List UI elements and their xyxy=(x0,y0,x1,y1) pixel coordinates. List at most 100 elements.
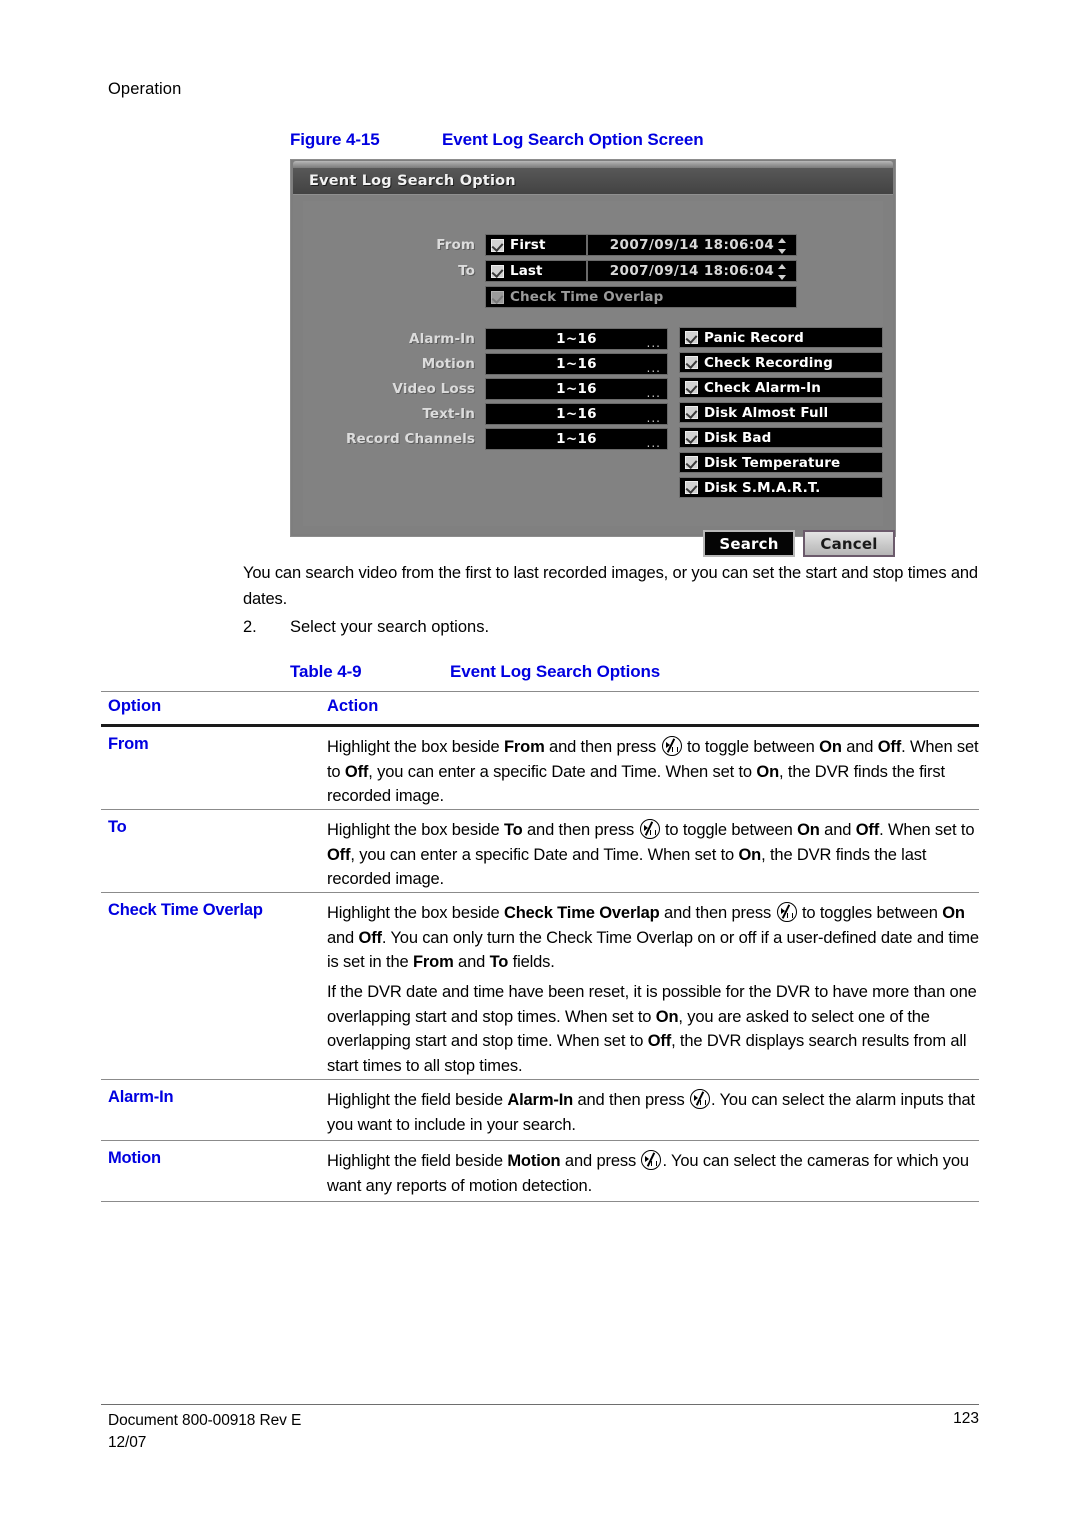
disk-bad-label: Disk Bad xyxy=(704,429,772,446)
checkbox-icon[interactable] xyxy=(685,406,698,419)
row-divider xyxy=(101,1079,979,1080)
motion-range-field[interactable]: 1~16 ... xyxy=(485,352,668,375)
document-page: Operation Figure 4-15 Event Log Search Op… xyxy=(0,0,1080,1526)
row-divider xyxy=(101,1140,979,1141)
more-options-icon[interactable]: ... xyxy=(647,337,661,349)
figure-caption: Figure 4-15 Event Log Search Option Scree… xyxy=(290,130,990,150)
checkbox-icon[interactable] xyxy=(685,331,698,344)
text-in-range-value: 1~16 xyxy=(556,405,597,422)
disk-smart-checkbox[interactable]: Disk S.M.A.R.T. xyxy=(679,477,883,498)
dvr-enter-key-icon xyxy=(690,1089,710,1109)
footer-page-number: 123 xyxy=(953,1410,979,1427)
dialog-body: From First 2007/09/14 18:06:04 To Last 2… xyxy=(293,194,895,557)
video-loss-range-value: 1~16 xyxy=(556,380,597,397)
dialog-titlebar: Event Log Search Option xyxy=(293,168,893,194)
table-number: Table 4-9 xyxy=(290,662,362,681)
step-number: 2. xyxy=(243,618,257,636)
row-action-check-time-overlap-2: If the DVR date and time have been reset… xyxy=(327,983,977,1075)
record-channels-range-field[interactable]: 1~16 ... xyxy=(485,427,668,450)
record-channels-range-value: 1~16 xyxy=(556,430,597,447)
row-option-alarm-in: Alarm-In xyxy=(108,1088,174,1106)
checkbox-icon xyxy=(491,290,504,304)
row-option-motion: Motion xyxy=(108,1149,161,1167)
footer-rule xyxy=(101,1404,979,1405)
spinner-arrows-icon[interactable] xyxy=(778,238,787,254)
check-time-overlap-field[interactable]: Check Time Overlap xyxy=(485,286,797,308)
video-loss-range-field[interactable]: 1~16 ... xyxy=(485,377,668,400)
check-recording-label: Check Recording xyxy=(704,354,833,371)
checkbox-icon[interactable] xyxy=(491,238,504,252)
check-time-overlap-label: Check Time Overlap xyxy=(510,289,664,305)
disk-almost-full-checkbox[interactable]: Disk Almost Full xyxy=(679,402,883,423)
row-option-to: To xyxy=(108,818,127,836)
table-caption: Table 4-9 Event Log Search Options xyxy=(290,662,660,682)
checkbox-icon[interactable] xyxy=(685,356,698,369)
alarm-in-range-value: 1~16 xyxy=(556,330,597,347)
dialog-title: Event Log Search Option xyxy=(309,173,516,189)
intro-paragraph: You can search video from the first to l… xyxy=(243,564,978,608)
to-last-checkbox-field[interactable]: Last xyxy=(485,260,587,282)
from-first-checkbox-field[interactable]: First xyxy=(485,234,587,256)
spinner-arrows-icon[interactable] xyxy=(778,264,787,280)
disk-bad-checkbox[interactable]: Disk Bad xyxy=(679,427,883,448)
alarm-in-range-field[interactable]: 1~16 ... xyxy=(485,327,668,350)
text-in-range-field[interactable]: 1~16 ... xyxy=(485,402,668,425)
row-option-from: From xyxy=(108,735,149,753)
checkbox-icon[interactable] xyxy=(685,481,698,494)
footer-date: 12/07 xyxy=(108,1434,147,1451)
check-recording-checkbox[interactable]: Check Recording xyxy=(679,352,883,373)
table-header-rule xyxy=(101,724,979,727)
row-action-check-time-overlap: Highlight the box beside Check Time Over… xyxy=(327,902,979,971)
row-action-motion: Highlight the field beside Motion and pr… xyxy=(327,1150,969,1195)
record-channels-row: Record Channels 1~16 ... xyxy=(303,427,703,450)
to-row: To Last 2007/09/14 18:06:04 xyxy=(303,259,883,283)
from-datetime-value: 2007/09/14 18:06:04 xyxy=(609,237,775,253)
to-datetime-field[interactable]: 2007/09/14 18:06:04 xyxy=(587,260,797,282)
video-loss-label: Video Loss xyxy=(392,380,475,397)
figure-title: Event Log Search Option Screen xyxy=(442,130,704,149)
row-divider xyxy=(101,892,979,893)
checkbox-icon[interactable] xyxy=(685,431,698,444)
to-label: To xyxy=(458,263,475,279)
to-datetime-value: 2007/09/14 18:06:04 xyxy=(609,263,775,279)
dialog-content: From First 2007/09/14 18:06:04 To Last 2… xyxy=(303,201,895,557)
row-action-to: Highlight the box beside To and then pre… xyxy=(327,819,975,888)
motion-label: Motion xyxy=(421,355,475,372)
more-options-icon[interactable]: ... xyxy=(647,387,661,399)
alarm-in-row: Alarm-In 1~16 ... xyxy=(303,327,703,350)
column-header-action: Action xyxy=(327,697,379,715)
panic-record-checkbox[interactable]: Panic Record xyxy=(679,327,883,348)
more-options-icon[interactable]: ... xyxy=(647,362,661,374)
table-bottom-rule xyxy=(101,1201,979,1202)
row-action-alarm-in: Highlight the field beside Alarm-In and … xyxy=(327,1089,975,1134)
record-channels-label: Record Channels xyxy=(345,430,475,447)
panic-record-label: Panic Record xyxy=(704,329,804,346)
disk-almost-full-label: Disk Almost Full xyxy=(704,404,829,421)
from-datetime-field[interactable]: 2007/09/14 18:06:04 xyxy=(587,234,797,256)
row-option-check-time-overlap: Check Time Overlap xyxy=(108,901,263,919)
more-options-icon[interactable]: ... xyxy=(647,437,661,449)
dvr-dialog-screenshot: Event Log Search Option From First 2007/… xyxy=(290,159,896,557)
search-button[interactable]: Search xyxy=(703,530,795,557)
from-first-label: First xyxy=(510,237,546,253)
checkbox-icon[interactable] xyxy=(685,381,698,394)
figure-number: Figure 4-15 xyxy=(290,130,380,149)
cancel-button[interactable]: Cancel xyxy=(803,530,895,557)
more-options-icon[interactable]: ... xyxy=(647,412,661,424)
to-last-label: Last xyxy=(510,263,543,279)
row-action-from: Highlight the box beside From and then p… xyxy=(327,736,979,805)
video-loss-row: Video Loss 1~16 ... xyxy=(303,377,703,400)
checkbox-icon[interactable] xyxy=(685,456,698,469)
checkbox-icon[interactable] xyxy=(491,264,504,278)
check-alarm-in-checkbox[interactable]: Check Alarm-In xyxy=(679,377,883,398)
disk-temperature-checkbox[interactable]: Disk Temperature xyxy=(679,452,883,473)
row-divider xyxy=(101,809,979,810)
dvr-enter-key-icon xyxy=(661,736,682,756)
disk-smart-label: Disk S.M.A.R.T. xyxy=(704,479,821,496)
check-alarm-in-label: Check Alarm-In xyxy=(704,379,821,396)
footer-document-number: Document 800-00918 Rev E xyxy=(108,1412,302,1429)
disk-temperature-label: Disk Temperature xyxy=(704,454,841,471)
alarm-in-label: Alarm-In xyxy=(409,330,475,347)
dvr-enter-key-icon xyxy=(776,902,797,922)
table-title: Event Log Search Options xyxy=(450,662,661,681)
